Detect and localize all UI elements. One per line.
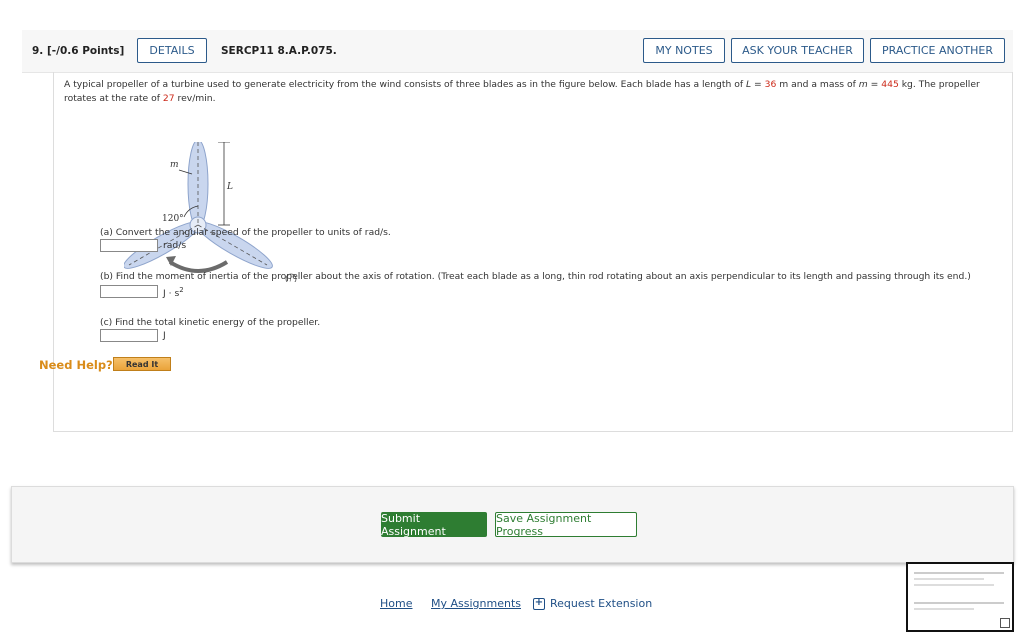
request-extension-link[interactable]: + Request Extension	[533, 597, 652, 610]
rotation-arrow	[168, 260, 229, 273]
part-b-answer-input[interactable]	[100, 285, 158, 298]
request-extension-label: Request Extension	[550, 597, 653, 610]
problem-statement: A typical propeller of a turbine used to…	[64, 79, 980, 104]
question-id: SERCP11 8.A.P.075.	[221, 45, 337, 57]
question-number: 9. [-/0.6 Points]	[32, 45, 125, 57]
submit-assignment-button[interactable]: Submit Assignment	[381, 512, 487, 538]
my-assignments-link[interactable]: My Assignments	[431, 597, 521, 610]
part-a-answer-input[interactable]	[100, 239, 158, 252]
read-it-button[interactable]: Read It	[113, 357, 171, 371]
calendar-plus-icon: +	[533, 596, 545, 610]
part-c-answer-input[interactable]	[100, 329, 158, 342]
part-a-text: (a) Convert the angular speed of the pro…	[100, 227, 391, 238]
my-notes-button[interactable]: MY NOTES	[643, 38, 725, 63]
need-help-label: Need Help?	[39, 358, 113, 372]
part-c-unit: J	[163, 330, 166, 341]
save-progress-button[interactable]: Save Assignment Progress	[495, 512, 637, 538]
label-L: L	[226, 182, 233, 192]
question-header: 9. [-/0.6 Points] DETAILS SERCP11 8.A.P.…	[22, 30, 1013, 73]
practice-another-button[interactable]: PRACTICE ANOTHER	[870, 38, 1005, 63]
propeller-figure: m L 120° i	[124, 142, 297, 282]
question-card: 9. [-/0.6 Points] DETAILS SERCP11 8.A.P.…	[22, 30, 1013, 432]
details-button[interactable]: DETAILS	[137, 38, 207, 63]
submission-bar: Submit Assignment Save Assignment Progre…	[11, 486, 1014, 563]
label-angle: 120°	[162, 214, 184, 224]
part-a-unit: rad/s	[163, 240, 187, 251]
ask-your-teacher-button[interactable]: ASK YOUR TEACHER	[731, 38, 864, 63]
part-b-unit: J · s2	[163, 286, 184, 300]
page-thumbnail-preview[interactable]	[906, 562, 1014, 632]
home-link[interactable]: Home	[380, 597, 412, 610]
part-c-text: (c) Find the total kinetic energy of the…	[100, 317, 321, 328]
part-b-text: (b) Find the moment of inertia of the pr…	[100, 271, 971, 282]
question-body: A typical propeller of a turbine used to…	[53, 72, 1013, 432]
label-m: m	[170, 160, 179, 170]
